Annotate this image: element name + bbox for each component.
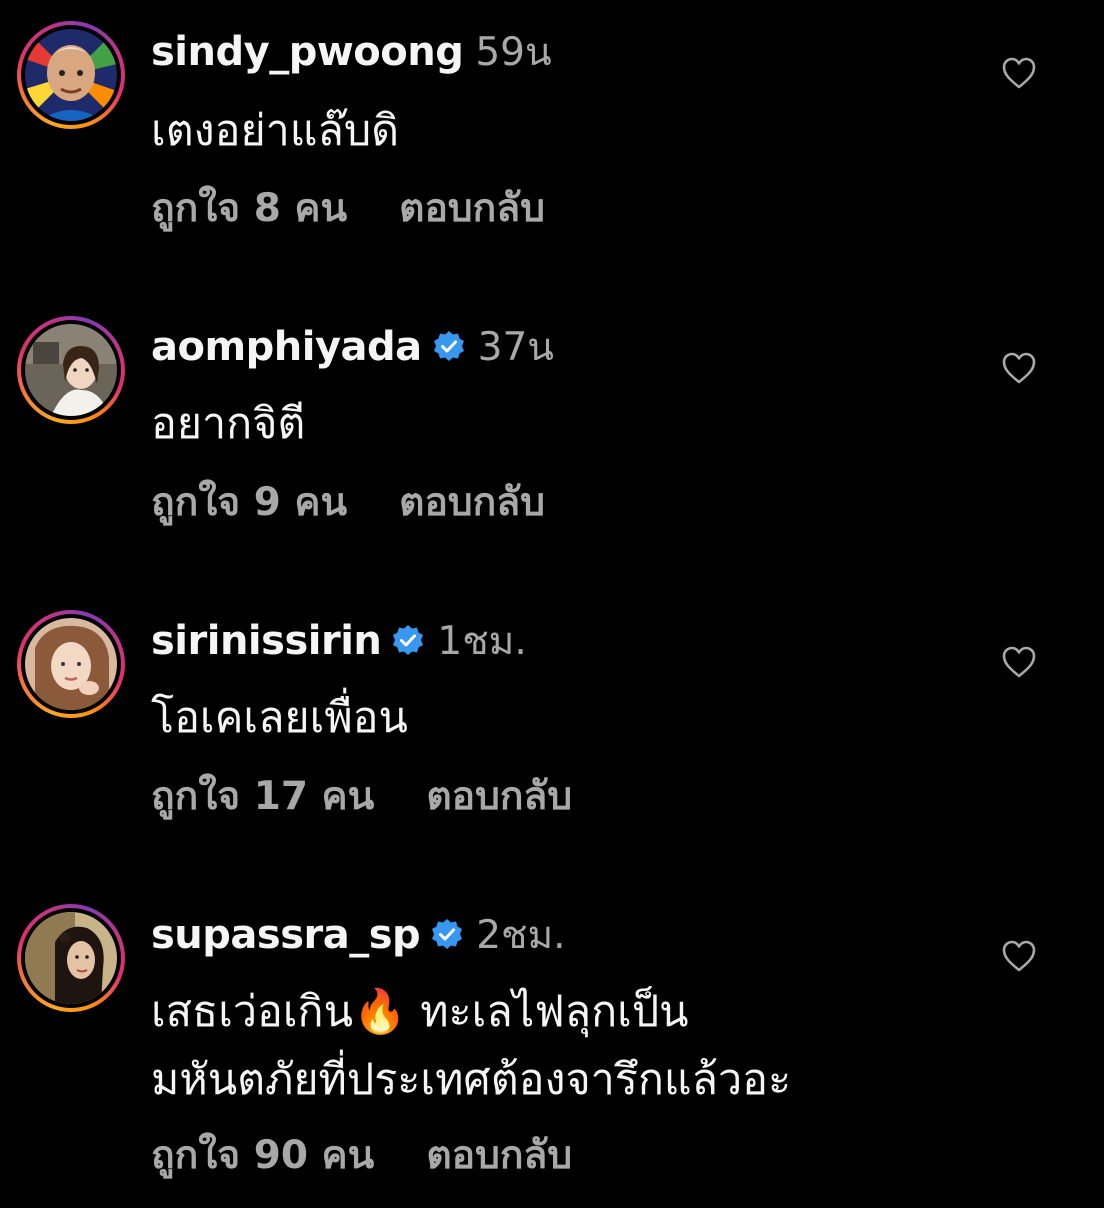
comment-line: อยากจิตี [151,399,306,449]
comment-text: โอเคเลยเพื่อน [151,684,408,752]
username[interactable]: sirinissirin [151,618,382,664]
comment-text: อยากจิตี [151,390,305,458]
comment-line: มหันตภัยที่ประเทศต้องจารึกแล้วอะ [151,1055,792,1105]
reply-button[interactable]: ตอบกลับ [399,177,545,239]
likes-count[interactable]: ถูกใจ 17 คน [151,765,374,827]
avatar[interactable] [17,316,125,424]
heart-outline-icon[interactable] [1001,645,1037,679]
verified-badge-icon [430,918,464,952]
comment-line: เสธเว่อเกิน🔥 ทะเลไฟลุกเป็น [151,987,689,1037]
verified-badge-icon [432,330,466,364]
avatar-person-dark-icon [25,912,117,1004]
avatar[interactable] [17,904,125,1012]
comment-line: โอเคเลยเพื่อน [151,693,408,743]
avatar-person-colorful-icon [25,29,117,121]
reply-button[interactable]: ตอบกลับ [426,1124,572,1186]
username[interactable]: sindy_pwoong [151,29,464,75]
avatar-person-room-icon [25,324,117,416]
likes-count[interactable]: ถูกใจ 9 คน [151,471,347,533]
likes-count[interactable]: ถูกใจ 90 คน [151,1124,374,1186]
avatar-person-portrait-icon [25,618,117,710]
timestamp: 2ชม. [476,913,566,958]
timestamp: 37น [477,325,554,370]
avatar[interactable] [17,21,125,129]
timestamp: 59น [475,30,552,75]
timestamp: 1ชม. [437,619,527,664]
username[interactable]: supassra_sp [151,912,421,958]
verified-badge-icon [391,624,425,658]
heart-outline-icon[interactable] [1001,939,1037,973]
heart-outline-icon[interactable] [1001,56,1037,90]
reply-button[interactable]: ตอบกลับ [399,471,545,533]
comment-text: เสธเว่อเกิน🔥 ทะเลไฟลุกเป็น มหันตภัยที่ปร… [151,978,791,1114]
likes-count[interactable]: ถูกใจ 8 คน [151,177,347,239]
comment-text: เตงอย่าแล๊บดิ [151,97,399,165]
username[interactable]: aomphiyada [151,324,422,370]
reply-button[interactable]: ตอบกลับ [426,765,572,827]
comment-line: เตงอย่าแล๊บดิ [151,106,400,156]
avatar[interactable] [17,610,125,718]
heart-outline-icon[interactable] [1001,351,1037,385]
